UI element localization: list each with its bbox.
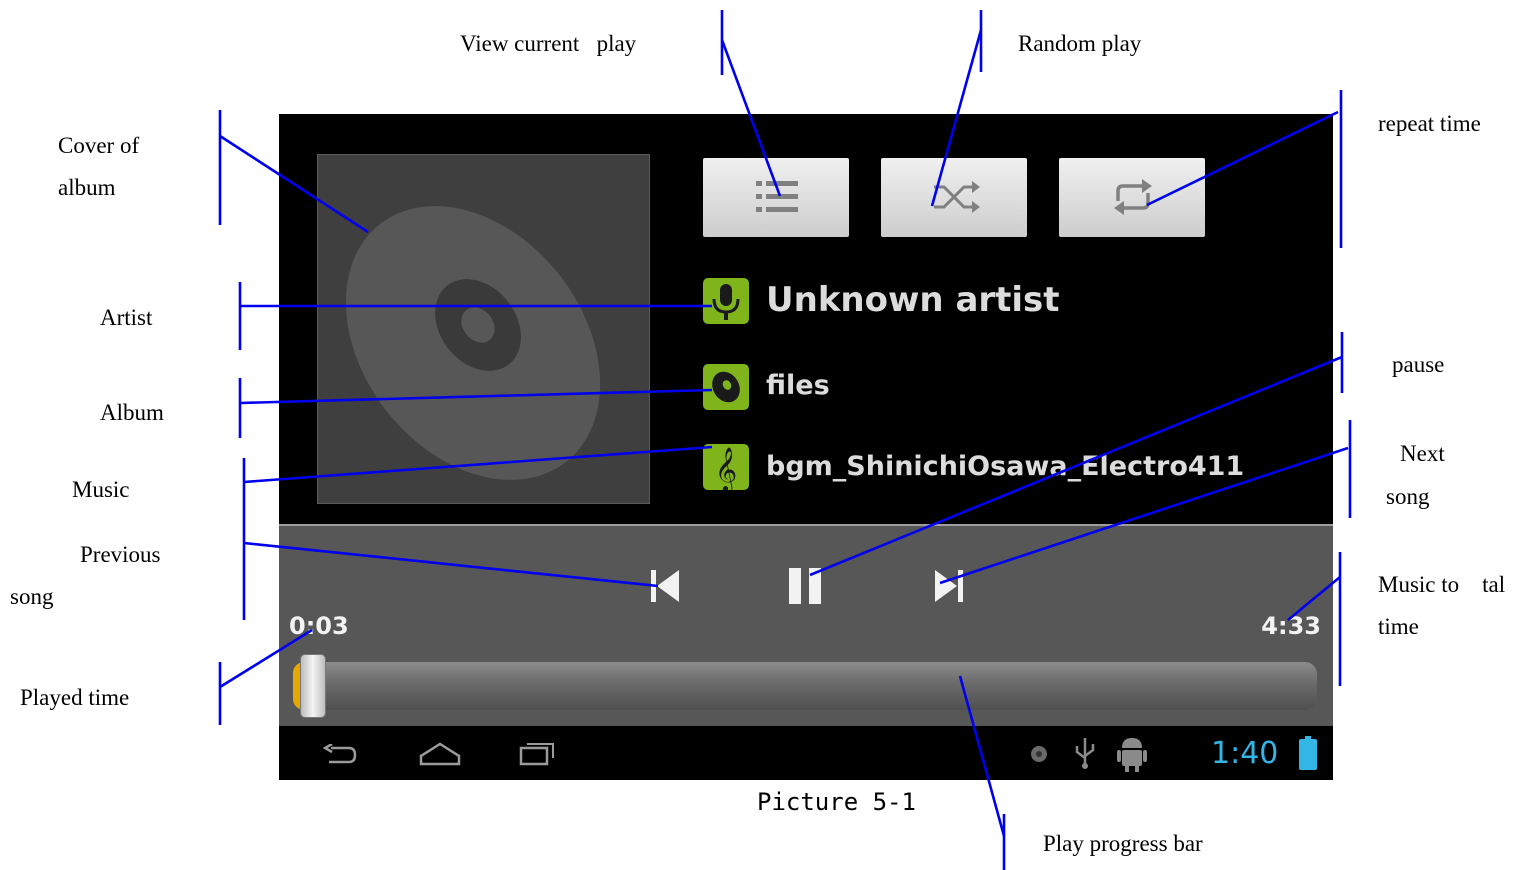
track-icon-tile: 𝄞 (703, 444, 749, 490)
label-album: Album (100, 400, 164, 425)
previous-icon[interactable] (651, 568, 681, 604)
disc-icon (712, 371, 740, 403)
label-album-cover: album (58, 175, 116, 200)
label-music: Music (72, 477, 130, 502)
pause-icon[interactable] (789, 568, 825, 604)
label-music-total-time: time (1378, 614, 1419, 639)
label-random-play: Random play (1018, 31, 1142, 56)
battery-icon (1299, 736, 1317, 770)
label-view-current-play: View current play (460, 31, 637, 56)
label-previous: Previous (80, 542, 161, 567)
home-icon[interactable] (419, 742, 461, 766)
shuffle-button[interactable] (881, 158, 1027, 237)
album-name: files (766, 370, 830, 401)
label-played-time: Played time (20, 685, 130, 710)
android-debug-icon (1117, 738, 1147, 772)
next-icon[interactable] (933, 568, 963, 604)
progress-thumb[interactable] (300, 654, 326, 718)
total-time: 4:33 (1261, 612, 1321, 640)
repeat-icon (1114, 179, 1152, 215)
track-name: bgm_ShinichiOsawa_Electro411 (766, 451, 1245, 482)
status-clock: 1:40 (1211, 736, 1279, 771)
label-cover-of: Cover of (58, 133, 140, 158)
playback-controls: 0:03 4:33 (279, 526, 1333, 726)
elapsed-time: 0:03 (289, 612, 349, 640)
music-note-icon: 𝄞 (715, 447, 737, 490)
microphone-icon (712, 284, 740, 320)
label-pause: pause (1392, 352, 1445, 377)
repeat-button[interactable] (1059, 158, 1205, 237)
label-artist: Artist (100, 305, 153, 330)
label-next-song: song (1386, 484, 1430, 509)
progress-bar[interactable] (293, 654, 1317, 718)
label-repeat-time: repeat time (1378, 111, 1481, 136)
list-icon (756, 181, 798, 212)
artist-icon-tile (703, 278, 749, 324)
label-play-progress-bar: Play progress bar (1043, 831, 1203, 856)
album-cover (317, 154, 650, 504)
recent-apps-icon[interactable] (519, 740, 555, 766)
label-previous-song: song (10, 584, 54, 609)
svg-text:𝄞: 𝄞 (715, 447, 737, 490)
artist-name: Unknown artist (766, 280, 1060, 320)
usb-icon (1075, 738, 1095, 769)
figure-caption: Picture 5-1 (757, 788, 916, 816)
back-icon[interactable] (323, 744, 357, 766)
now-playing-list-button[interactable] (703, 158, 849, 237)
music-player-screen: Unknown artist files 𝄞 bgm_ShinichiOsawa… (279, 114, 1333, 780)
media-icon (1031, 746, 1047, 762)
shuffle-icon (934, 181, 980, 213)
label-next: Next (1400, 441, 1445, 466)
system-navigation-bar: 1:40 (279, 726, 1333, 780)
album-icon-tile (703, 364, 749, 410)
disc-icon (345, 206, 601, 480)
label-music-total: Music to tal (1378, 572, 1506, 597)
